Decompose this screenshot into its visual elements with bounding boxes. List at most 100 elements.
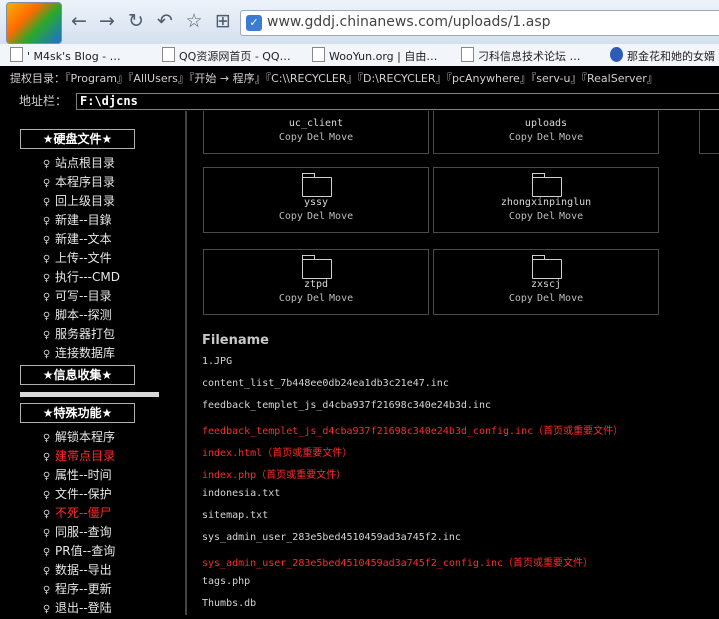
sidebar-item[interactable]: ♀ 程序--更新 [41, 580, 112, 599]
sidebar-item[interactable]: ♀ 文件--保护 [41, 485, 112, 504]
folder-name[interactable]: uploads [434, 118, 658, 130]
folder-card[interactable]: zxscj Copy Del Move [433, 249, 659, 315]
tools-grid-icon[interactable]: ⊞ [212, 10, 234, 32]
delete-link[interactable]: Del [537, 132, 555, 143]
url-text[interactable]: www.gddj.chinanews.com/uploads/1.asp [267, 14, 551, 30]
disk-files-header[interactable]: ★硬盘文件★ [20, 129, 135, 149]
bookmark-item[interactable]: ' M4sk's Blog - … [10, 47, 121, 63]
sidebar-item[interactable]: ♀ 上传--文件 [41, 249, 112, 268]
folder-name[interactable]: zxscj [434, 279, 658, 291]
file-link[interactable]: sys_admin_user_283e5bed4510459ad3a745f2.… [202, 532, 461, 543]
folder-card[interactable]: yssy Copy Del Move [203, 167, 429, 233]
file-link[interactable]: indonesia.txt [202, 488, 280, 499]
move-link[interactable]: Move [329, 132, 353, 143]
privilege-dir-link[interactable]: 『AllUsers』 [128, 72, 189, 85]
folder-name[interactable]: uc_client [204, 118, 428, 130]
privilege-dir-link[interactable]: 『Program』 [65, 72, 128, 85]
bookmark-item[interactable]: QQ资源网首页 - QQ… [162, 47, 291, 64]
file-link[interactable]: sitemap.txt [202, 510, 268, 521]
move-link[interactable]: Move [559, 132, 583, 143]
sidebar-item[interactable]: ♀ 脚本--探测 [41, 306, 112, 325]
bookmark-item[interactable]: WooYun.org | 自由… [312, 47, 437, 64]
sidebar-item[interactable]: ♀ 不死--僵尸 [41, 504, 112, 523]
folder-card[interactable]: zhongxinpinglun Copy Del Move [433, 167, 659, 233]
site-favicon-icon [610, 47, 623, 62]
delete-link[interactable]: Del [307, 132, 325, 143]
folder-icon [532, 255, 562, 279]
sidebar-item[interactable]: ♀ 执行---CMD [41, 268, 120, 287]
favorite-star-icon[interactable]: ☆ [183, 10, 205, 32]
copy-link[interactable]: Copy [279, 132, 303, 143]
delete-link[interactable]: Del [307, 293, 325, 304]
file-link[interactable]: feedback_templet_js_d4cba937f21698c340e2… [202, 400, 491, 411]
sidebar-item[interactable]: ♀ 可写--目录 [41, 287, 112, 306]
special-functions-header[interactable]: ★特殊功能★ [20, 403, 135, 423]
file-link[interactable]: Thumbs.db [202, 598, 256, 609]
privilege-dir-link[interactable]: 『RealServer』 [582, 72, 658, 85]
move-link[interactable]: Move [559, 211, 583, 222]
info-collect-header[interactable]: ★信息收集★ [20, 365, 135, 385]
folder-name[interactable]: zhongxinpinglun [434, 197, 658, 209]
bookmark-item[interactable]: 刁科信息技术论坛 … [461, 47, 581, 64]
sidebar-item[interactable]: ♀ 同服--查询 [41, 523, 112, 542]
url-bar[interactable]: ✓ www.gddj.chinanews.com/uploads/1.asp [240, 10, 719, 36]
file-link[interactable]: index.php（首页或重要文件） [202, 466, 346, 481]
privilege-dir-link[interactable]: 『开始 → 程序』 [189, 72, 266, 85]
sidebar-item[interactable]: ♀ PR值--查询 [41, 542, 115, 561]
security-shield-icon: ✓ [246, 15, 262, 31]
folder-card[interactable]: ztpd Copy Del Move [203, 249, 429, 315]
file-link[interactable]: 1.JPG [202, 356, 232, 367]
copy-link[interactable]: Copy [509, 132, 533, 143]
sidebar-item[interactable]: ♀ 新建--目錄 [41, 211, 112, 230]
sidebar-item[interactable]: ♀ 解锁本程序 [41, 428, 115, 447]
copy-link[interactable]: Copy [279, 293, 303, 304]
file-link[interactable]: tags.php [202, 576, 250, 587]
privilege-dir-link[interactable]: 『serv-u』 [531, 72, 582, 85]
sidebar-item[interactable]: ♀ 服务器打包 [41, 325, 115, 344]
sidebar: ★硬盘文件★ ♀ 站点根目录 ♀ 本程序目录 ♀ 回上级目录 ♀ 新建--目錄 ♀ 新建-… [0, 111, 185, 615]
sidebar-item[interactable]: ♀ 退出--登陆 [41, 599, 112, 618]
folder-card[interactable]: uc_client Copy Del Move [203, 111, 429, 154]
folder-card[interactable]: uploads Copy Del Move [433, 111, 659, 154]
delete-link[interactable]: Del [537, 211, 555, 222]
file-link[interactable]: feedback_templet_js_d4cba937f21698c340e2… [202, 422, 623, 437]
file-link[interactable]: sys_admin_user_283e5bed4510459ad3a745f2_… [202, 554, 593, 569]
privilege-dir-link[interactable]: 『D:\RECYCLER』 [358, 72, 447, 85]
folder-actions: Copy Del Move [434, 211, 658, 223]
move-link[interactable]: Move [329, 293, 353, 304]
move-link[interactable]: Move [559, 293, 583, 304]
sidebar-item[interactable]: ♀ 建帯点目录 [41, 447, 115, 466]
browser-logo-icon[interactable] [6, 2, 62, 44]
file-link[interactable]: index.html（首页或重要文件） [202, 444, 352, 459]
folder-name[interactable]: ztpd [204, 279, 428, 291]
sidebar-item[interactable]: ♀ 回上级目录 [41, 192, 115, 211]
path-input[interactable]: F:\djcns [76, 93, 719, 110]
back-arrow-icon[interactable]: ← [68, 10, 90, 32]
delete-link[interactable]: Del [307, 211, 325, 222]
copy-link[interactable]: Copy [509, 211, 533, 222]
sidebar-item[interactable]: ♀ 连接数据库 [41, 344, 115, 363]
move-link[interactable]: Move [329, 211, 353, 222]
delete-link[interactable]: Del [537, 293, 555, 304]
copy-link[interactable]: Copy [509, 293, 533, 304]
sidebar-item[interactable]: ♀ 属性--时间 [41, 466, 112, 485]
bookmark-item[interactable]: 那金花和她的女婿 [610, 47, 715, 64]
sidebar-item[interactable]: ♀ 站点根目录 [41, 154, 115, 173]
forward-arrow-icon[interactable]: → [96, 10, 118, 32]
refresh-icon[interactable]: ↻ [125, 10, 147, 32]
page-icon [461, 47, 474, 62]
privilege-dir-link[interactable]: 『pcAnywhere』 [446, 72, 530, 85]
folder-actions: Copy Del Move [204, 211, 428, 223]
file-link[interactable]: content_list_7b448ee0db24ea1db3c21e47.in… [202, 378, 449, 389]
user-icon: ♀ [42, 330, 51, 341]
user-icon: ♀ [42, 216, 51, 227]
sidebar-item[interactable]: ♀ 数据--导出 [41, 561, 112, 580]
sidebar-item[interactable]: ♀ 本程序目录 [41, 173, 115, 192]
copy-link[interactable]: Copy [279, 211, 303, 222]
folder-card[interactable] [699, 111, 719, 154]
privilege-dir-link[interactable]: 『C:\\RECYCLER』 [266, 72, 358, 85]
user-icon: ♀ [42, 452, 51, 463]
sidebar-item[interactable]: ♀ 新建--文本 [41, 230, 112, 249]
undo-icon[interactable]: ↶ [154, 10, 176, 32]
folder-name[interactable]: yssy [204, 197, 428, 209]
